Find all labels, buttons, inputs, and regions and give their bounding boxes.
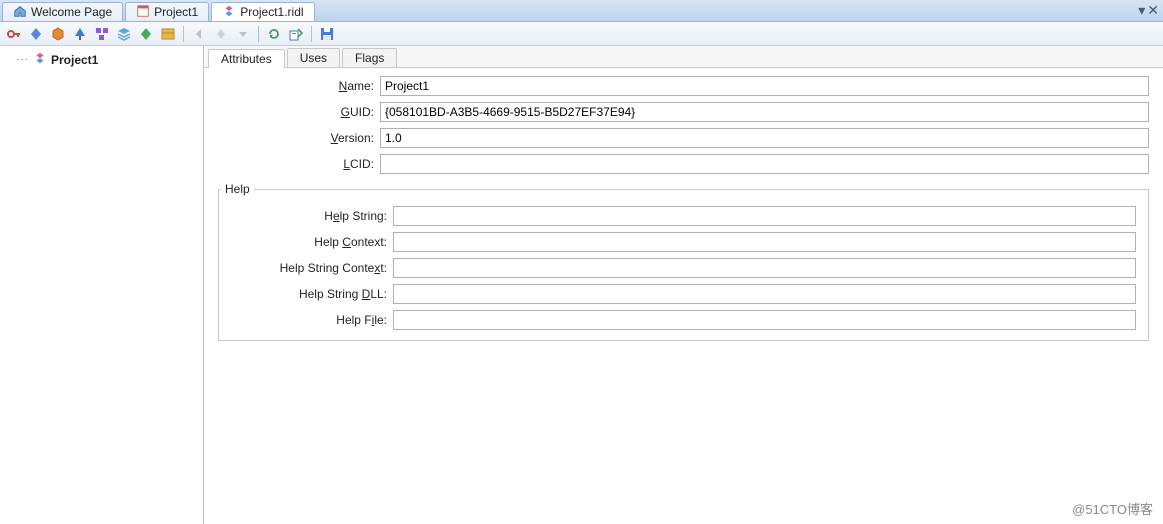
version-label: Version: (218, 131, 380, 145)
help-string-context-label: Help String Context: (221, 261, 393, 275)
help-string-dll-input[interactable] (393, 284, 1136, 304)
main-panel: Attributes Uses Flags Name: GUID: Versio… (204, 46, 1163, 524)
tab-label: Project1.ridl (240, 5, 303, 19)
key-icon[interactable] (4, 24, 24, 44)
home-icon (13, 4, 27, 21)
tree-panel: ··· Project1 (0, 46, 204, 524)
help-group: Help Help String: Help Context: Help Str… (218, 182, 1149, 341)
stack-icon[interactable] (114, 24, 134, 44)
lcid-label: LCID: (218, 157, 380, 171)
diamond-green-icon[interactable] (136, 24, 156, 44)
help-legend: Help (221, 182, 254, 196)
help-context-input[interactable] (393, 232, 1136, 252)
inner-tabstrip: Attributes Uses Flags (204, 46, 1163, 68)
help-string-context-input[interactable] (393, 258, 1136, 278)
attributes-form: Name: GUID: Version: LCID: Help Help Str… (204, 68, 1163, 349)
watermark-text: @51CTO博客 (1072, 499, 1153, 518)
tree-item-label: Project1 (51, 53, 98, 67)
close-icon[interactable]: ✕ (1147, 2, 1159, 19)
toolbar (0, 22, 1163, 46)
tab-attributes[interactable]: Attributes (208, 49, 285, 68)
tab-project1-ridl[interactable]: Project1.ridl (211, 2, 314, 21)
tree-root-item[interactable]: ··· Project1 (0, 50, 203, 69)
editor-tabstrip: Welcome Page Project1 Project1.ridl ▾ ✕ (0, 0, 1163, 22)
module-icon[interactable] (158, 24, 178, 44)
help-string-input[interactable] (393, 206, 1136, 226)
refresh-icon[interactable] (264, 24, 284, 44)
arrow-left-icon[interactable] (189, 24, 209, 44)
ridl-icon (222, 4, 236, 21)
guid-input[interactable] (380, 102, 1149, 122)
tab-label: Welcome Page (31, 5, 112, 19)
export-icon[interactable] (286, 24, 306, 44)
tree-blue-icon[interactable] (70, 24, 90, 44)
help-string-label: Help String: (221, 209, 393, 223)
lcid-input[interactable] (380, 154, 1149, 174)
save-icon[interactable] (317, 24, 337, 44)
toolbar-separator (183, 26, 184, 42)
tab-flags[interactable]: Flags (342, 48, 397, 67)
chevron-down-icon[interactable]: ▾ (1138, 2, 1145, 19)
name-input[interactable] (380, 76, 1149, 96)
tree-expand-icon[interactable]: ··· (16, 54, 29, 65)
toolbar-separator (311, 26, 312, 42)
help-context-label: Help Context: (221, 235, 393, 249)
cube-orange-icon[interactable] (48, 24, 68, 44)
form-icon (136, 4, 150, 21)
tab-welcome[interactable]: Welcome Page (2, 2, 123, 21)
help-file-label: Help File: (221, 313, 393, 327)
diamond-blue-icon[interactable] (26, 24, 46, 44)
tab-uses[interactable]: Uses (287, 48, 340, 67)
tab-label: Project1 (154, 5, 198, 19)
diamond-gray-icon[interactable] (211, 24, 231, 44)
help-file-input[interactable] (393, 310, 1136, 330)
name-label: Name: (218, 79, 380, 93)
toolbar-separator (258, 26, 259, 42)
help-string-dll-label: Help String DLL: (221, 287, 393, 301)
version-input[interactable] (380, 128, 1149, 148)
guid-label: GUID: (218, 105, 380, 119)
tab-project1[interactable]: Project1 (125, 2, 209, 21)
library-icon (33, 51, 47, 68)
dropdown-icon[interactable] (233, 24, 253, 44)
blocks-purple-icon[interactable] (92, 24, 112, 44)
